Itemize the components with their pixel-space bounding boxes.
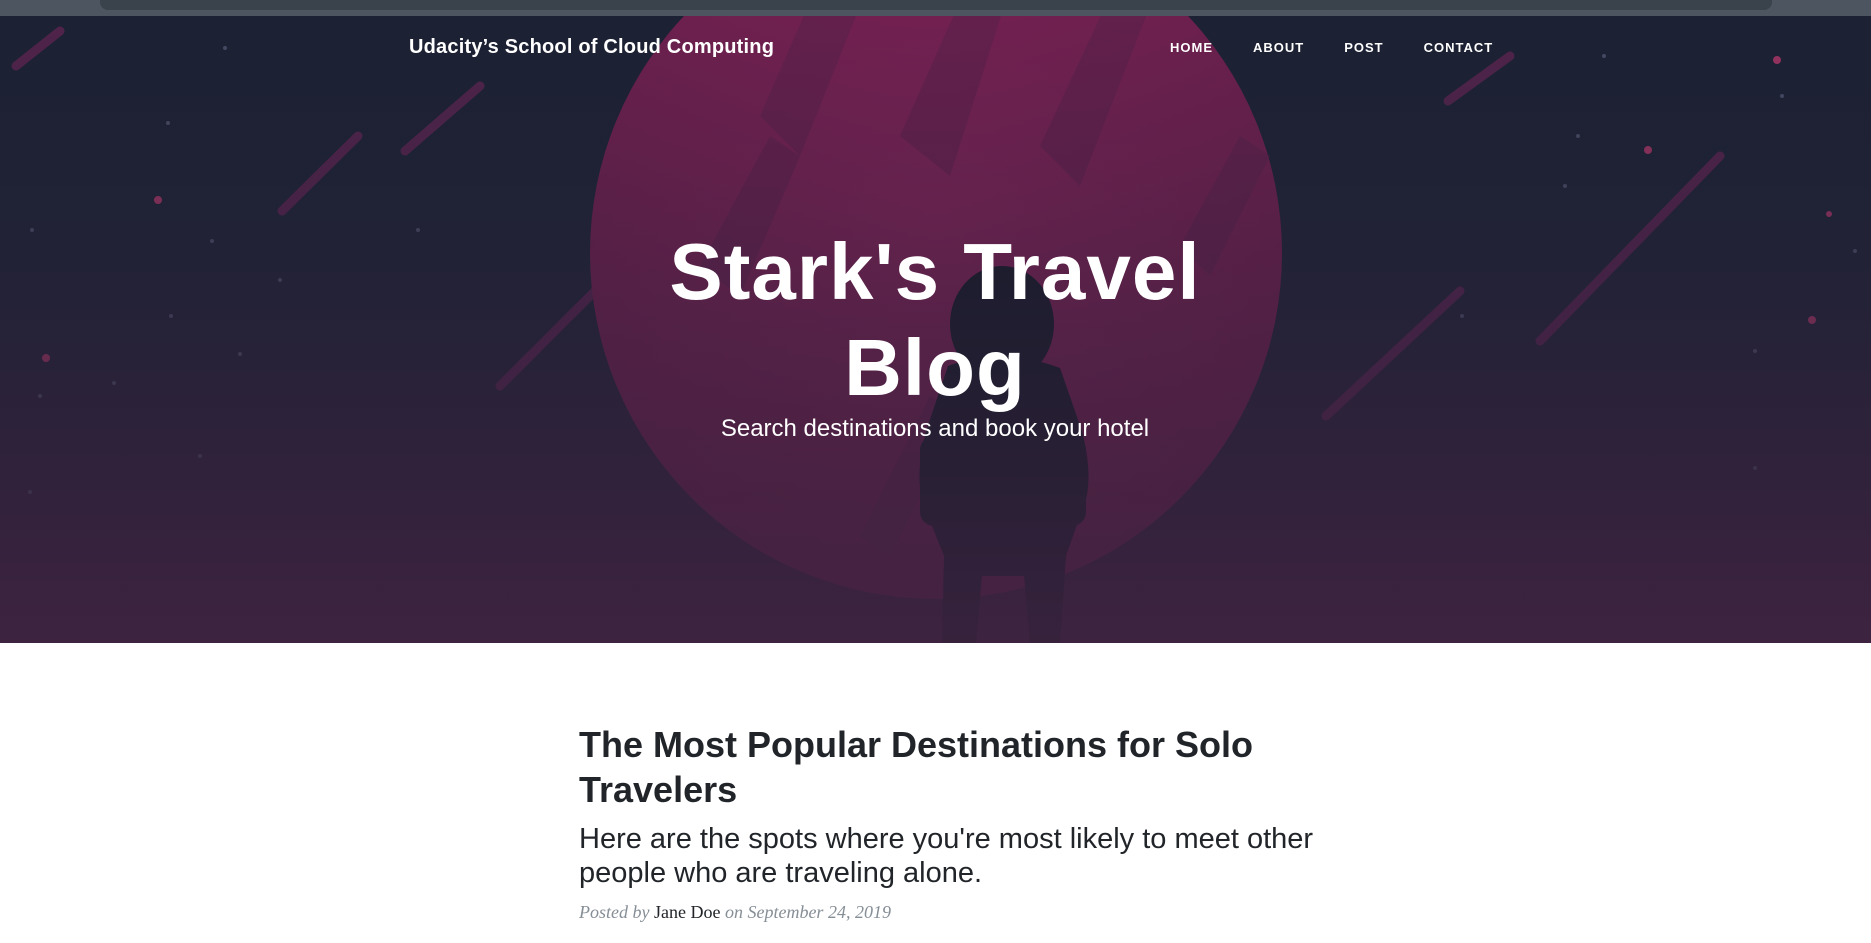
nav-link-home[interactable]: HOME <box>1170 40 1213 55</box>
nav-link-about[interactable]: ABOUT <box>1253 40 1304 55</box>
nav-link-post[interactable]: POST <box>1344 40 1383 55</box>
post-title-line1: The Most Popular Destinations for Solo <box>579 724 1254 765</box>
site-subtitle: Search destinations and book your hotel <box>720 415 1150 442</box>
site-title-line1: Stark's Travel <box>669 227 1201 316</box>
post-meta: Posted by Jane Doe on September 24, 2019 <box>579 902 1339 923</box>
hero-header: Udacity’s School of Cloud Computing HOME… <box>0 16 1871 643</box>
top-navbar: Udacity’s School of Cloud Computing HOME… <box>0 16 1871 78</box>
post-author-link[interactable]: Jane Doe <box>654 902 720 922</box>
brand-logo-link[interactable]: Udacity’s School of Cloud Computing <box>409 36 774 59</box>
posted-by-label: Posted by <box>579 902 650 922</box>
nav-links: HOME ABOUT POST CONTACT <box>1170 40 1533 55</box>
address-bar[interactable] <box>100 0 1772 10</box>
post-subtitle-line1: Here are the spots where you're most lik… <box>579 823 1314 855</box>
post-subtitle-link[interactable]: Here are the spots where you're most lik… <box>579 822 1339 890</box>
site-title: Stark's Travel Blog <box>435 224 1435 416</box>
post-title-link[interactable]: The Most Popular Destinations for Solo T… <box>579 722 1339 812</box>
post-title-line2: Travelers <box>579 769 738 810</box>
post-date: on September 24, 2019 <box>724 902 891 922</box>
nav-link-contact[interactable]: CONTACT <box>1424 40 1494 55</box>
browser-address-strip <box>0 0 1871 16</box>
site-title-line2: Blog <box>844 323 1026 412</box>
post-preview: The Most Popular Destinations for Solo T… <box>579 722 1339 923</box>
post-subtitle-line2: people who are traveling alone. <box>579 857 983 889</box>
